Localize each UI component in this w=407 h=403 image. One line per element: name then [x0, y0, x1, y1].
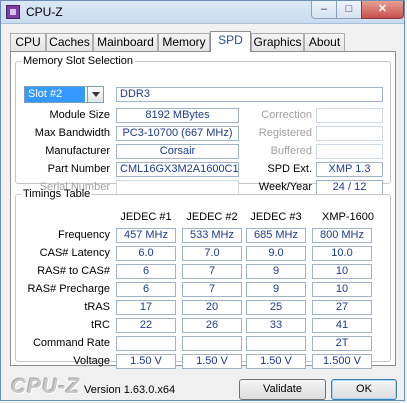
- memory-type-field: DDR3: [116, 87, 383, 102]
- timings-row-label: RAS# to CAS#: [37, 265, 110, 277]
- module-size-field: 8192 MBytes: [116, 108, 239, 123]
- ok-button[interactable]: OK: [331, 379, 397, 400]
- tab-spd[interactable]: SPD: [210, 31, 251, 52]
- window-title: CPU-Z: [26, 5, 63, 19]
- tab-mainboard[interactable]: Mainboard: [93, 33, 158, 51]
- timings-col-header: JEDEC #1: [120, 211, 172, 223]
- maximize-button[interactable]: □: [336, 1, 362, 19]
- cpuz-window: CPU-Z – □ ✕ CPU Caches Mainboard Memory …: [0, 0, 405, 401]
- title-bar[interactable]: CPU-Z – □ ✕: [1, 1, 404, 24]
- timings-row-label: Frequency: [58, 229, 110, 241]
- timings-cell: 6: [116, 282, 176, 297]
- timings-row-label: tRAS: [84, 301, 110, 313]
- timings-row-label: RAS# Precharge: [27, 283, 110, 295]
- timings-cell: 27: [312, 300, 372, 315]
- timings-cell: 1.50 V: [182, 354, 242, 369]
- timings-cell: 533 MHz: [182, 228, 242, 243]
- close-button[interactable]: ✕: [361, 1, 404, 19]
- part-number-label: Part Number: [47, 163, 110, 175]
- minimize-button[interactable]: –: [311, 1, 337, 19]
- timings-cell: 6: [116, 264, 176, 279]
- timings-cell: [182, 336, 242, 351]
- timings-cell: 1.500 V: [312, 354, 372, 369]
- cpuz-logo: CPU-Z: [11, 375, 81, 398]
- timings-cell: 9: [246, 264, 306, 279]
- correction-field: [316, 108, 383, 123]
- memory-slot-group-title: Memory Slot Selection: [23, 55, 134, 67]
- max-bandwidth-label: Max Bandwidth: [34, 127, 110, 139]
- timings-cell: 7.0: [182, 246, 242, 261]
- timings-cell: 2T: [312, 336, 372, 351]
- cpuz-app-icon: [6, 5, 20, 19]
- timings-row-label: Voltage: [73, 355, 110, 367]
- timings-col-header: JEDEC #3: [250, 211, 302, 223]
- manufacturer-label: Manufacturer: [45, 145, 110, 157]
- timings-cell: 1.50 V: [116, 354, 176, 369]
- timings-cell: 17: [116, 300, 176, 315]
- correction-label: Correction: [261, 109, 312, 121]
- tab-graphics[interactable]: Graphics: [251, 33, 304, 51]
- timings-cell: [246, 336, 306, 351]
- registered-label: Registered: [258, 127, 312, 139]
- timings-table-group: Timings Table JEDEC #1 JEDEC #2 JEDEC #3…: [15, 188, 391, 369]
- part-number-field: CML16GX3M2A1600C10: [116, 162, 239, 177]
- timings-cell: 26: [182, 318, 242, 333]
- timings-cell: 10.0: [312, 246, 372, 261]
- timings-col-header: JEDEC #2: [186, 211, 238, 223]
- timings-cell: 7: [182, 264, 242, 279]
- timings-cell: 9.0: [246, 246, 306, 261]
- tab-caches[interactable]: Caches: [46, 33, 93, 51]
- timings-cell: 20: [182, 300, 242, 315]
- timings-cell: 25: [246, 300, 306, 315]
- spd-panel: Memory Slot Selection Slot #2 DDR3 Modul…: [10, 51, 396, 369]
- timings-cell: 7: [182, 282, 242, 297]
- timings-cell: 685 MHz: [246, 228, 306, 243]
- module-size-label: Module Size: [49, 109, 110, 121]
- buffered-label: Buffered: [270, 145, 312, 157]
- chevron-down-icon[interactable]: [87, 87, 103, 102]
- timings-cell: 22: [116, 318, 176, 333]
- timings-cell: [116, 336, 176, 351]
- buffered-field: [316, 144, 383, 159]
- timings-cell: 33: [246, 318, 306, 333]
- slot-select-value: Slot #2: [25, 87, 85, 102]
- version-label: Version 1.63.0.x64: [84, 384, 176, 396]
- registered-field: [316, 126, 383, 141]
- timings-cell: 800 MHz: [312, 228, 372, 243]
- timings-row-label: Command Rate: [32, 337, 110, 349]
- timings-cell: 1.50 V: [246, 354, 306, 369]
- timings-cell: 457 MHz: [116, 228, 176, 243]
- tab-about[interactable]: About: [304, 33, 345, 51]
- spd-ext-field: XMP 1.3: [316, 162, 383, 177]
- timings-cell: 10: [312, 264, 372, 279]
- manufacturer-field: Corsair: [116, 144, 239, 159]
- spd-ext-label: SPD Ext.: [267, 163, 312, 175]
- max-bandwidth-field: PC3-10700 (667 MHz): [116, 126, 239, 141]
- memory-slot-group: Memory Slot Selection Slot #2 DDR3 Modul…: [15, 55, 391, 195]
- timings-table-title: Timings Table: [23, 188, 91, 200]
- tab-cpu[interactable]: CPU: [10, 33, 46, 51]
- tab-memory[interactable]: Memory: [158, 33, 210, 51]
- timings-row-label: tRC: [91, 319, 110, 331]
- timings-cell: 9: [246, 282, 306, 297]
- timings-cell: 6.0: [116, 246, 176, 261]
- timings-row-label: CAS# Latency: [39, 247, 110, 259]
- timings-col-header: XMP-1600: [322, 211, 374, 223]
- slot-select[interactable]: Slot #2: [24, 86, 104, 103]
- timings-cell: 41: [312, 318, 372, 333]
- timings-cell: 10: [312, 282, 372, 297]
- validate-button[interactable]: Validate: [239, 379, 326, 400]
